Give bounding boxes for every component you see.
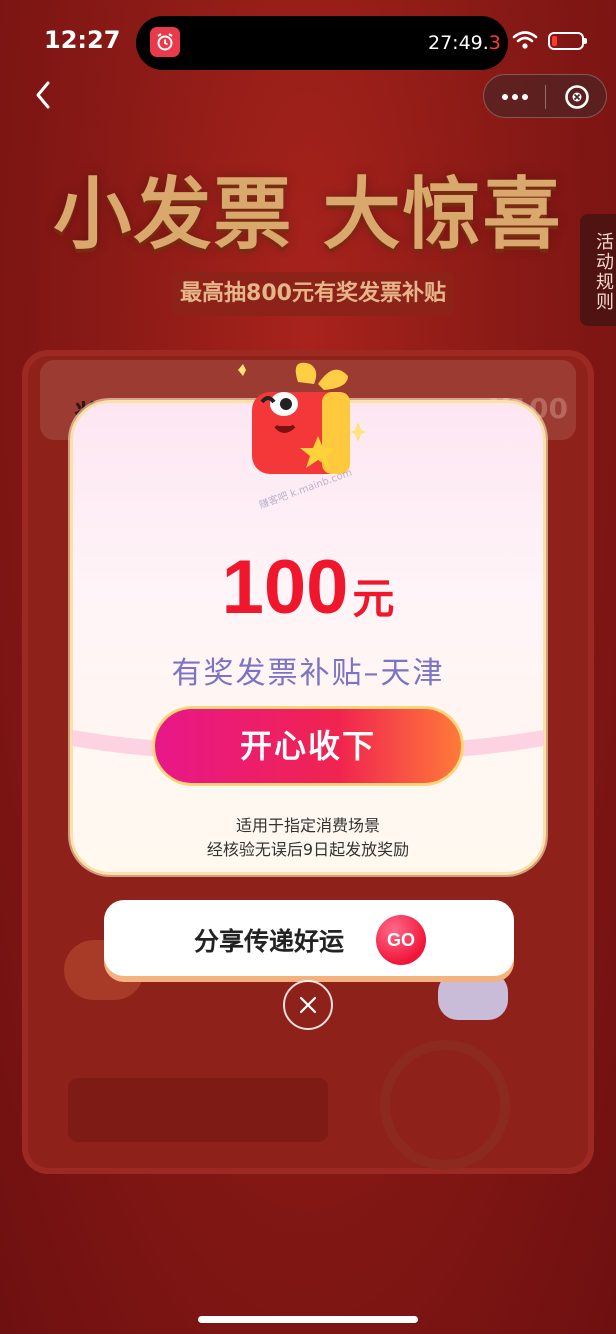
reward-amount: 100元 [0,544,616,631]
campaign-title: 小发票 大惊喜 [53,169,563,260]
home-indicator[interactable] [198,1316,418,1323]
status-time: 12:27 [44,26,121,54]
close-icon [299,996,317,1014]
slot-decoration [68,1078,328,1142]
timer-readout: 27:49.3 [428,32,501,54]
hand-decoration [438,972,508,1020]
timer-fraction: 3 [488,32,501,54]
share-label: 分享传递好运 [194,927,345,956]
mini-program-capsule [483,74,607,118]
alarm-clock-icon [150,27,180,57]
gift-box-icon [238,362,366,474]
amount-unit: 元 [352,574,395,623]
amount-number: 100 [221,545,349,630]
wifi-icon [512,30,538,54]
close-modal-button[interactable] [283,980,333,1030]
ring-decoration [380,1040,510,1170]
back-button[interactable] [30,78,60,112]
accept-button[interactable]: 开心收下 [152,706,464,786]
more-dots-icon[interactable] [484,75,545,119]
campaign-subtitle: 最高抽800元有奖发票补贴 [172,272,454,316]
timer-main: 27:49. [428,32,489,54]
chevron-left-icon [36,81,50,109]
payout-note: 经核验无误后9日起发放奖励 [206,840,410,859]
subsidy-title: 有奖发票补贴–天津 [171,656,445,691]
rules-tab[interactable]: 活动规则 [580,214,616,326]
close-circle-icon[interactable] [546,75,608,119]
go-button[interactable]: GO [376,915,426,965]
battery-low-icon [548,32,587,50]
usage-note: 适用于指定消费场景 [235,816,380,835]
